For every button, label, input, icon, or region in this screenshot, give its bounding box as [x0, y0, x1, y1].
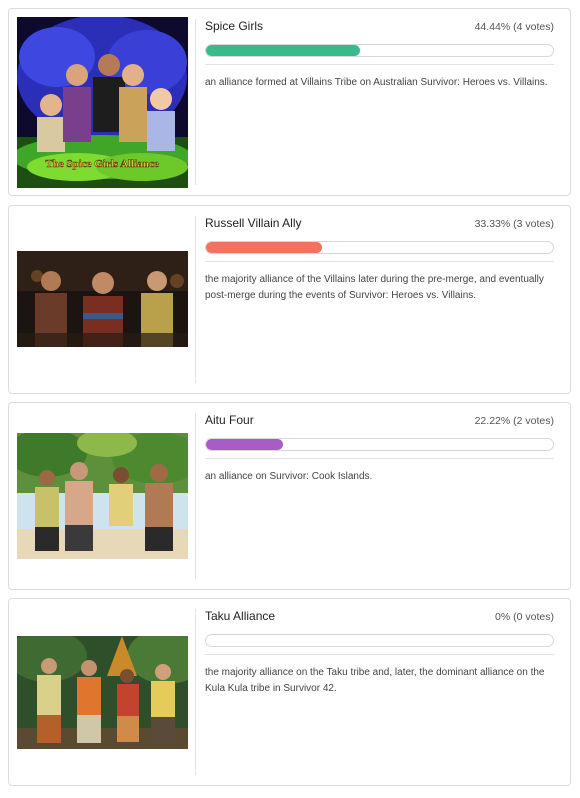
poll-option[interactable]: Taku Alliance 0% (0 votes) the majority …: [8, 598, 571, 786]
option-name: Aitu Four: [205, 413, 254, 427]
option-stats: 44.44% (4 votes): [475, 21, 554, 33]
progress-bar: [205, 634, 554, 647]
option-votes: (0 votes): [513, 611, 554, 623]
option-description: the majority alliance on the Taku tribe …: [205, 667, 545, 694]
separator: [205, 654, 554, 655]
option-percent: 0%: [495, 611, 511, 623]
option-percent: 44.44%: [474, 21, 511, 33]
progress-bar: [205, 44, 554, 57]
option-name: Spice Girls: [205, 19, 264, 33]
progress-fill: [206, 242, 322, 253]
option-stats: 0% (0 votes): [495, 611, 554, 623]
option-votes: (3 votes): [513, 218, 554, 230]
separator: [205, 458, 554, 459]
card-divider: [195, 19, 196, 185]
poll-results: The Spice Girls Alliance Spice Girls 44.…: [0, 0, 580, 798]
poll-option[interactable]: The Spice Girls Alliance Spice Girls 44.…: [8, 8, 571, 196]
option-stats: 33.33% (3 votes): [475, 218, 554, 230]
option-percent: 33.33%: [474, 218, 511, 230]
option-description: an alliance on Survivor: Cook Islands.: [205, 471, 373, 482]
card-divider: [195, 216, 196, 383]
option-description: the majority alliance of the Villains la…: [205, 274, 544, 301]
option-image-caption: The Spice Girls Alliance: [45, 158, 158, 170]
option-stats: 22.22% (2 votes): [475, 415, 554, 427]
option-image: [17, 251, 188, 347]
option-votes: (2 votes): [513, 415, 554, 427]
option-votes: (4 votes): [513, 21, 554, 33]
card-divider: [195, 609, 196, 775]
option-image: [17, 433, 188, 559]
separator: [205, 261, 554, 262]
option-description: an alliance formed at Villains Tribe on …: [205, 77, 548, 88]
card-divider: [195, 413, 196, 579]
progress-bar: [205, 438, 554, 451]
separator: [205, 64, 554, 65]
option-name: Taku Alliance: [205, 609, 276, 623]
option-percent: 22.22%: [474, 415, 511, 427]
progress-fill: [206, 45, 361, 56]
option-name: Russell Villain Ally: [205, 216, 302, 230]
option-image: [17, 636, 188, 749]
progress-bar: [205, 241, 554, 254]
poll-option[interactable]: Russell Villain Ally 33.33% (3 votes) th…: [8, 205, 571, 394]
progress-fill: [206, 439, 284, 450]
poll-option[interactable]: Aitu Four 22.22% (2 votes) an alliance o…: [8, 402, 571, 590]
option-image: The Spice Girls Alliance: [17, 17, 188, 188]
